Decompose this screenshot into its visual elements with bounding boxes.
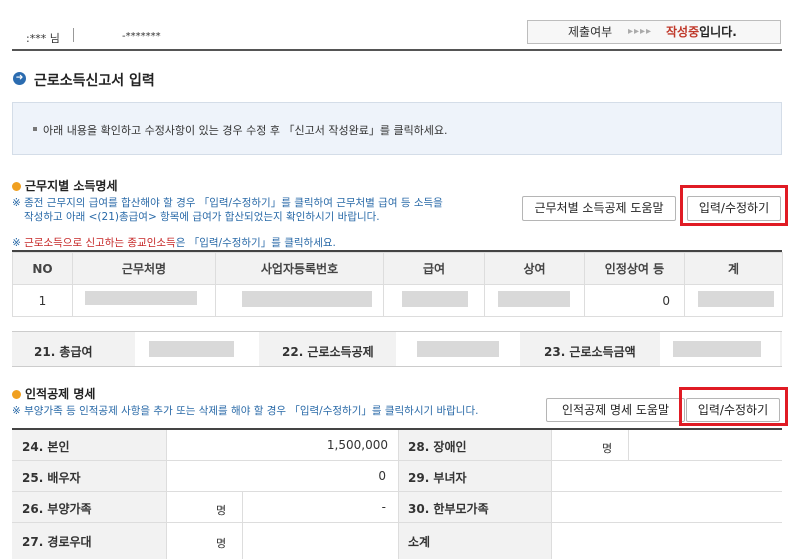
income-amount-label: 23. 근로소득금액	[544, 345, 636, 359]
personal-table: 24. 본인 1,500,000 28. 장애인 명 25. 배우자 0 29.…	[12, 430, 782, 559]
elderly-unit: 명	[216, 537, 227, 550]
status-suffix: 입니다.	[699, 25, 737, 39]
personal-edit-button[interactable]: 입력/수정하기	[686, 398, 780, 422]
work-section-title: 근무지별 소득명세	[12, 177, 118, 194]
dependents-unit: 명	[216, 504, 227, 517]
deduction-label: 22. 근로소득공제	[282, 345, 374, 359]
female-label: 29. 부녀자	[408, 471, 467, 485]
redacted-total-pay	[149, 341, 234, 357]
personal-help-button[interactable]: 인적공제 명세 도움말	[546, 398, 685, 422]
total-pay-label: 21. 총급여	[34, 345, 93, 359]
row-recognized-bonus: 0	[584, 284, 685, 317]
work-edit-button[interactable]: 입력/수정하기	[687, 196, 781, 221]
subtotal-label: 소계	[408, 535, 431, 549]
personal-section-note: ※ 부양가족 등 인적공제 사항을 추가 또는 삭제를 해야 할 경우 「입력/…	[12, 405, 479, 417]
work-income-table: NO 근무처명 사업자등록번호 급여 상여 인정상여 등 계 1 0	[12, 252, 783, 317]
col-bonus: 상여	[484, 252, 585, 285]
disabled-unit: 명	[602, 442, 613, 455]
col-total: 계	[684, 252, 783, 285]
dependents-label: 26. 부양가족	[22, 502, 92, 516]
col-business-number: 사업자등록번호	[215, 252, 384, 285]
personal-section-title: 인적공제 명세	[12, 385, 95, 402]
user-id: -*******	[122, 31, 161, 42]
disabled-label: 28. 장애인	[408, 440, 467, 454]
spouse-value: 0	[378, 469, 386, 483]
redacted-total	[698, 291, 774, 307]
status-label: 제출여부	[568, 25, 613, 39]
work-section-note: ※ 종전 근무지의 급여를 합산해야 할 경우 「입력/수정하기」를 클릭하여 …	[12, 197, 443, 223]
single-parent-label: 30. 한부모가족	[408, 502, 489, 516]
status-arrows-icon: ▸▸▸▸	[628, 26, 653, 37]
submission-status-box: 제출여부 ▸▸▸▸ 작성중입니다.	[527, 20, 781, 44]
col-recognized-bonus: 인정상여 등	[584, 252, 685, 285]
orange-bullet-icon	[12, 182, 21, 191]
user-name: :*** 님	[26, 32, 60, 45]
redacted-salary	[402, 291, 468, 307]
dependents-value: -	[381, 500, 386, 514]
self-label: 24. 본인	[22, 440, 70, 454]
redacted-bonus	[498, 291, 570, 307]
redacted-business-number	[242, 291, 372, 307]
header-divider	[73, 28, 74, 42]
status-value: 작성중	[666, 25, 700, 39]
orange-bullet-icon	[12, 390, 21, 399]
header-rule	[12, 49, 782, 51]
page-title: 근로소득신고서 입력	[34, 73, 155, 89]
self-value: 1,500,000	[326, 438, 388, 452]
info-box: 아래 내용을 확인하고 수정사항이 있는 경우 수정 후 「신고서 작성완료」를…	[12, 102, 782, 155]
col-no: NO	[12, 252, 73, 285]
redacted-workplace	[85, 291, 197, 305]
redacted-income-amount	[673, 341, 761, 357]
col-salary: 급여	[383, 252, 485, 285]
title-arrow-icon: ➜	[13, 72, 26, 85]
work-help-button[interactable]: 근무처별 소득공제 도움말	[522, 196, 676, 221]
elderly-label: 27. 경로우대	[22, 535, 92, 549]
info-message: 아래 내용을 확인하고 수정사항이 있는 경우 수정 후 「신고서 작성완료」를…	[43, 124, 448, 137]
info-bullet-icon	[33, 127, 37, 131]
row-no: 1	[12, 284, 73, 317]
col-workplace: 근무처명	[72, 252, 216, 285]
redacted-deduction	[417, 341, 499, 357]
spouse-label: 25. 배우자	[22, 471, 81, 485]
totals-row: 21. 총급여 22. 근로소득공제 23. 근로소득금액	[12, 331, 782, 367]
religious-income-note: ※ 근로소득으로 신고하는 종교인소득은 「입력/수정하기」를 클릭하세요.	[12, 237, 336, 249]
